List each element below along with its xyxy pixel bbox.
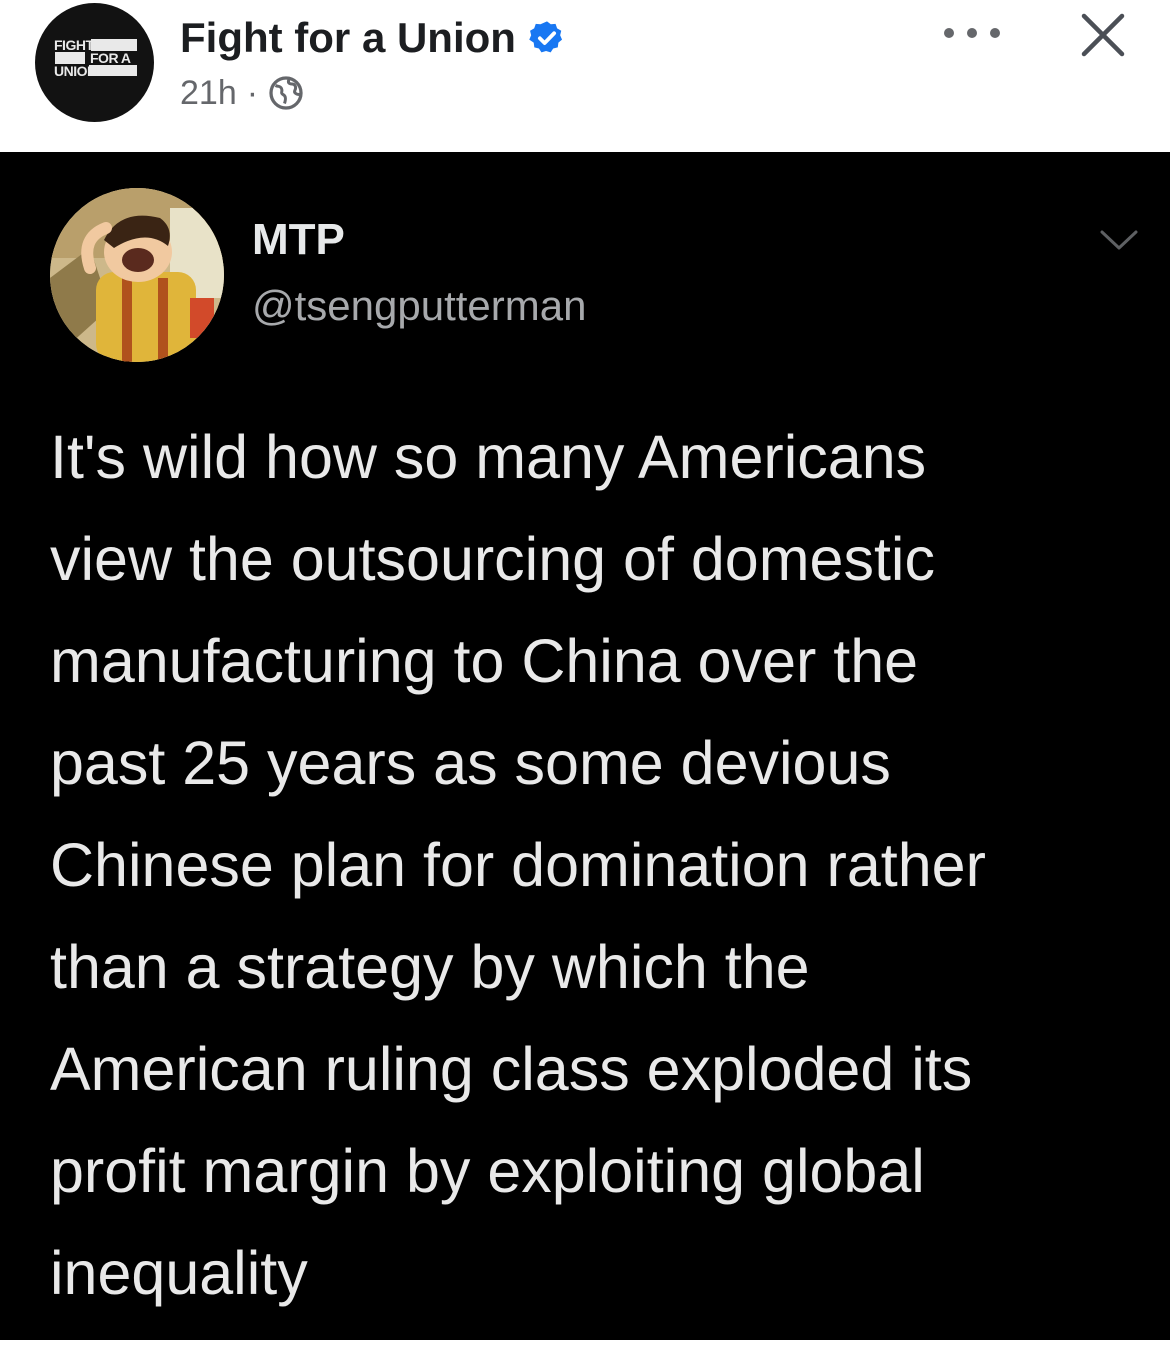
tweet-screenshot: MTP @tsengputterman It's wild how so man… — [0, 152, 1170, 1340]
page-name-row: Fight for a Union — [180, 10, 566, 66]
page-name[interactable]: Fight for a Union — [180, 14, 516, 62]
tweet-text-line: It's wild how so many Americans — [50, 423, 927, 491]
tweet-handle: @tsengputterman — [252, 282, 587, 329]
tweet-text-line: inequality — [50, 1239, 308, 1307]
tweet-text-line: view the outsourcing of domestic — [50, 525, 935, 593]
tweet-text-line: manufacturing to China over the — [50, 627, 919, 695]
close-icon[interactable] — [1076, 8, 1130, 62]
tweet-text-line: American ruling class exploded its — [50, 1035, 973, 1103]
meta-separator: · — [246, 73, 259, 112]
post-timestamp[interactable]: 21h — [180, 74, 237, 113]
verified-badge-icon — [528, 19, 566, 57]
tweet-avatar — [50, 188, 224, 362]
page-logo: FIGHT FOR A UNION — [54, 37, 137, 79]
more-options-icon[interactable] — [944, 18, 1000, 48]
tweet-display-name: MTP — [252, 215, 345, 264]
tweet-text: It's wild how so many Americans view the… — [50, 406, 1140, 1324]
page-avatar[interactable]: FIGHT FOR A UNION — [35, 3, 154, 122]
tweet-text-line: profit margin by exploiting global — [50, 1137, 925, 1205]
tweet-text-line: Chinese plan for domination rather — [50, 831, 986, 899]
chevron-down-icon — [1098, 228, 1140, 254]
tweet-text-line: past 25 years as some devious — [50, 729, 891, 797]
tweet-text-line: than a strategy by which the — [50, 933, 810, 1001]
globe-icon[interactable] — [268, 75, 304, 111]
page-logo-line-3: UNION — [54, 63, 97, 79]
page-logo-line-1: FIGHT — [54, 37, 94, 53]
post-header: FIGHT FOR A UNION Fight for a Union 21h … — [0, 0, 1170, 152]
post-meta: 21h · — [180, 70, 304, 116]
bottom-divider — [0, 1340, 1170, 1356]
